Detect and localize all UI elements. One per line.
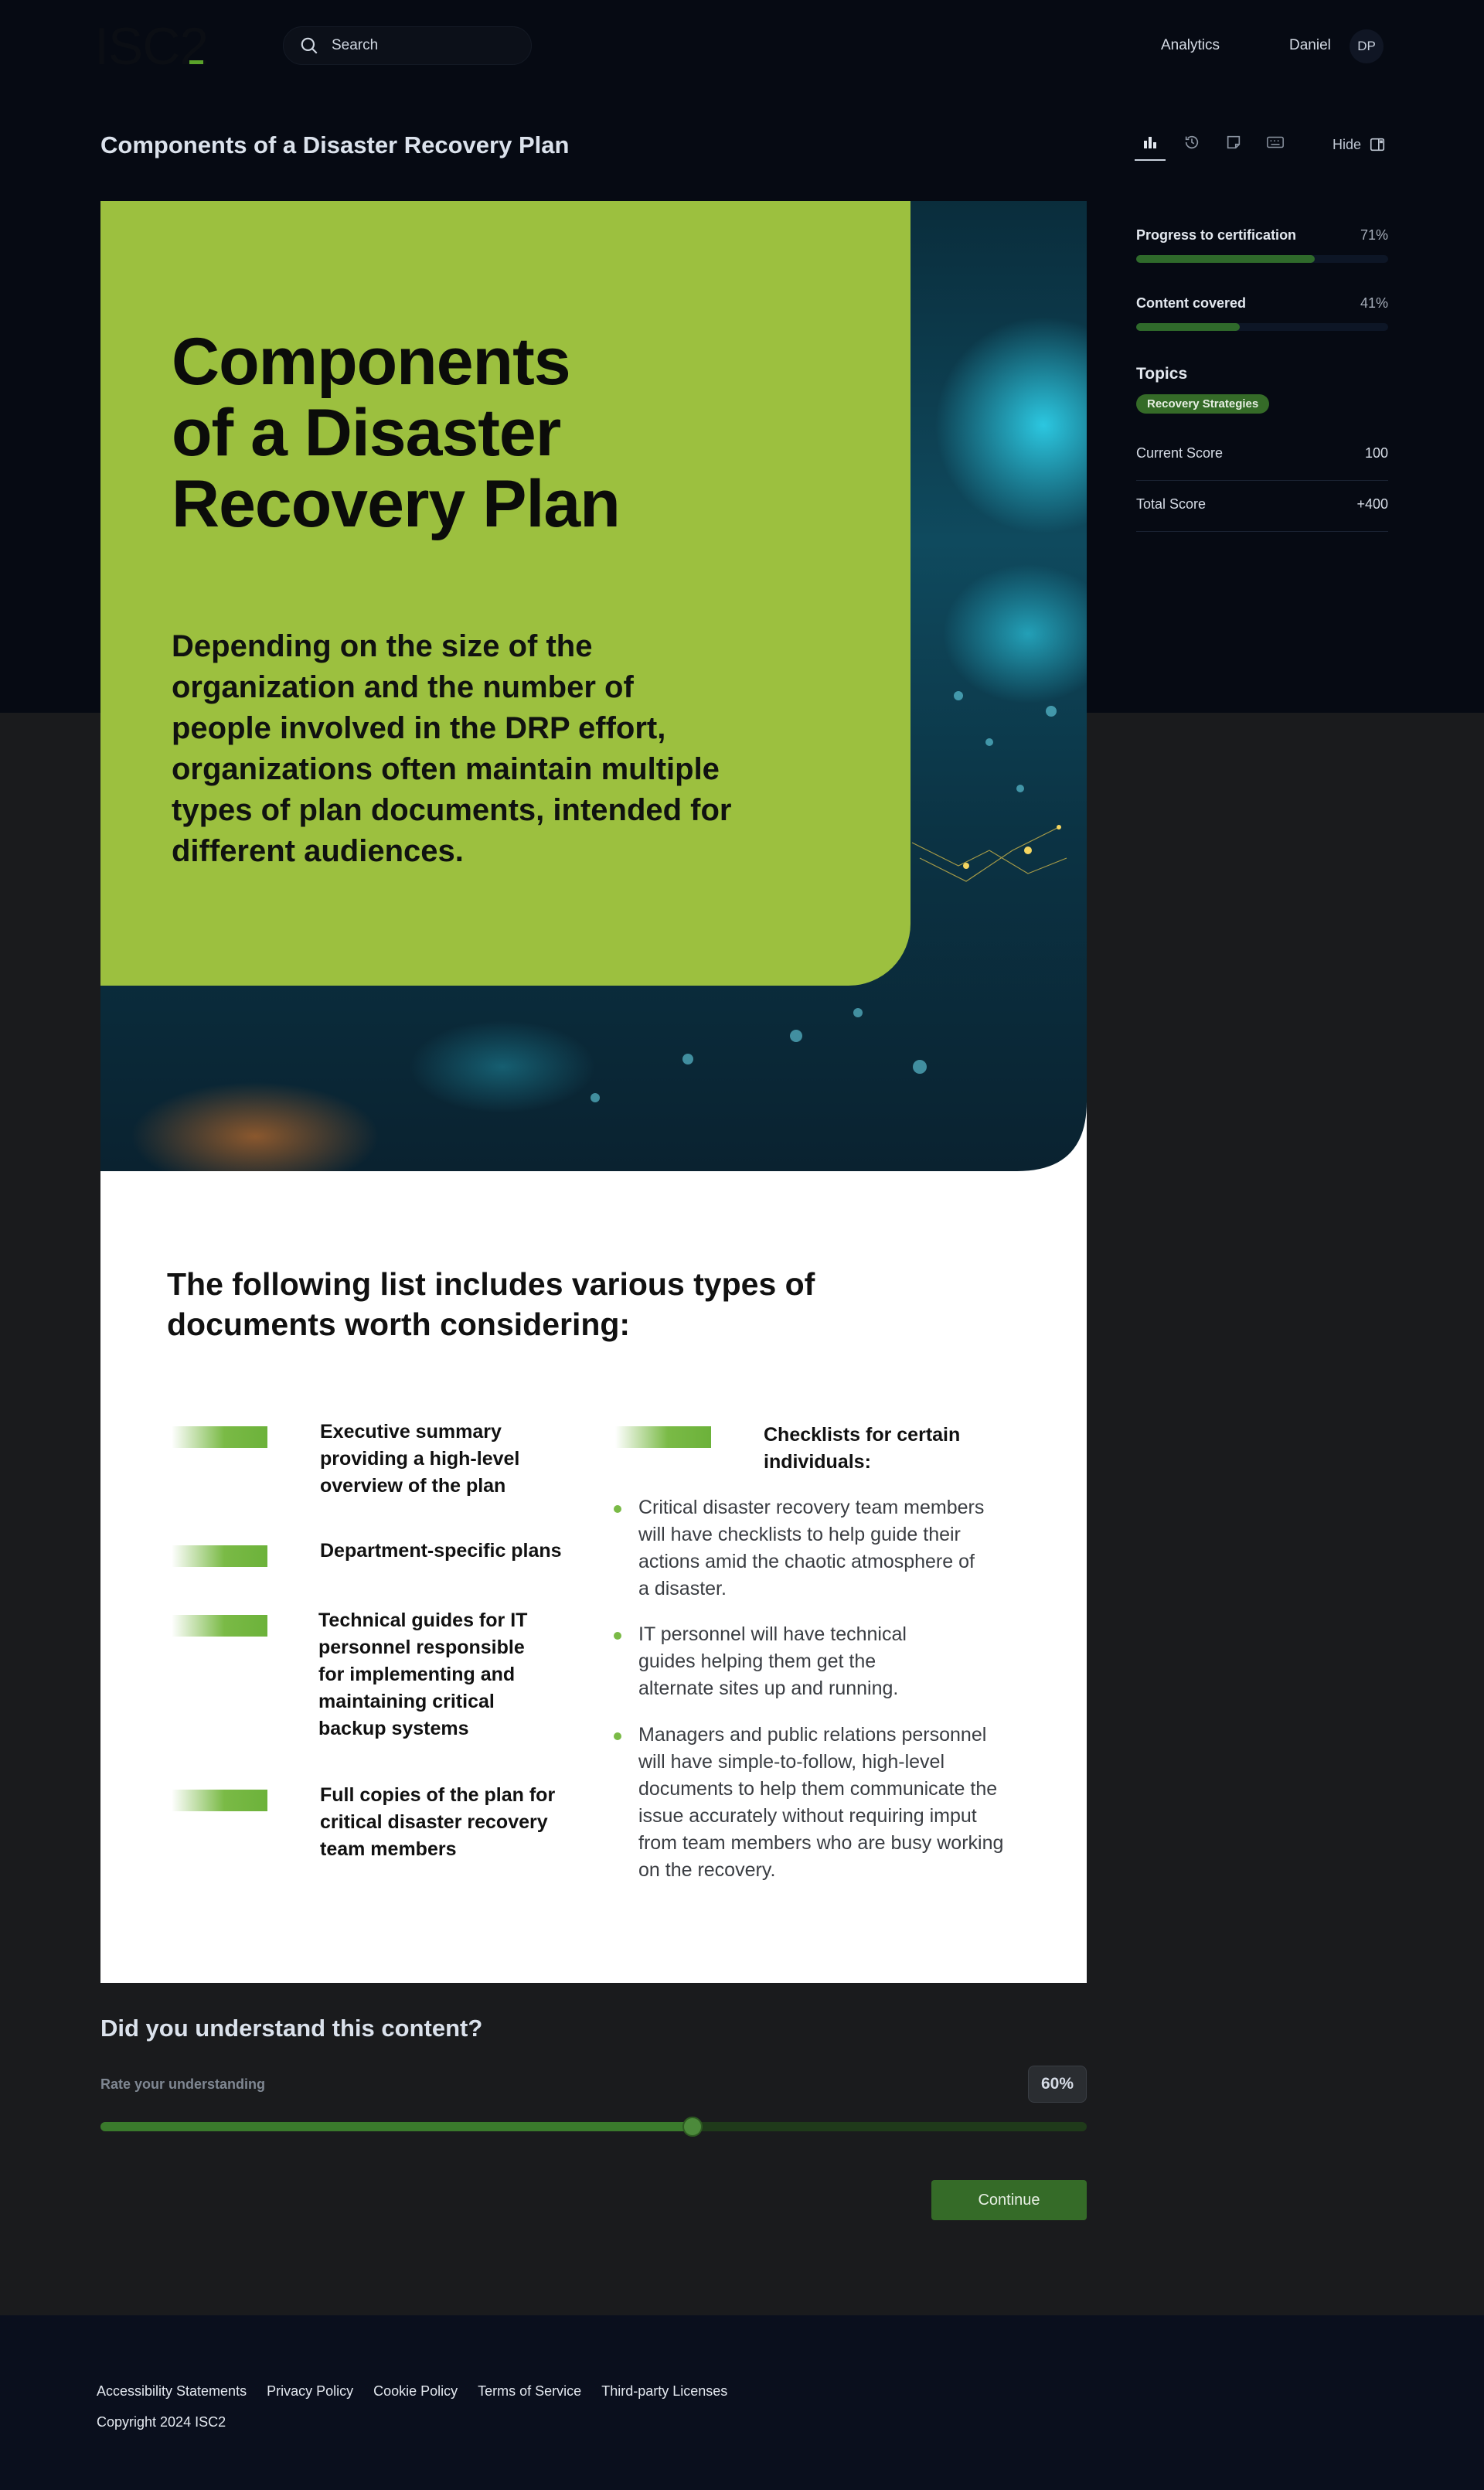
content-covered-value: 41% [1360,295,1388,311]
analytics-tab[interactable] [1135,131,1166,161]
bullet-dot [614,1632,621,1640]
content-covered-row: Content covered 41% [1136,295,1388,315]
top-header: ISC2 Search Analytics Daniel DP [0,0,1484,93]
doc-accent-bar [172,1426,267,1448]
bullet-dot [614,1505,621,1513]
total-score-label: Total Score [1136,496,1207,512]
keyboard-tab[interactable] [1264,131,1286,153]
checklists-title: Checklists for certain individuals: [764,1424,961,1473]
progress-bar [1136,255,1388,263]
progress-label: Progress to certification [1136,227,1297,243]
rate-label: Rate your understanding [100,2076,266,2092]
progress-value: 71% [1360,227,1388,243]
history-icon [1185,135,1199,149]
logo[interactable]: ISC2 [94,17,209,76]
understanding-slider[interactable] [100,2117,1087,2137]
understanding-title: Did you understand this content? [100,2015,483,2042]
total-score-row: Total Score +400 [1136,481,1388,532]
topics-label: Topics [1136,365,1188,383]
search-icon [301,37,318,54]
current-score-row: Current Score 100 [1136,430,1388,481]
doc-item: Full copies of the plan for critical dis… [320,1784,556,1860]
toolbar [1135,131,1286,161]
content-section: The following list includes various type… [100,1171,1087,1983]
understanding-value-field[interactable]: 60% [1028,2066,1087,2103]
footer-link[interactable]: Privacy Policy [267,2383,353,2400]
progress-sidebar: Progress to certification 71% Content co… [1136,227,1388,532]
footer-link[interactable]: Third-party Licenses [601,2383,727,2400]
doc-item: Executive summary providing a high-level… [320,1421,520,1497]
topic-chip[interactable]: Recovery Strategies [1136,394,1270,414]
hero-card: Components of a Disaster Recovery Plan D… [100,201,1087,1171]
doc-accent-bar [172,1790,267,1811]
logo-underline [189,60,203,64]
avatar[interactable]: DP [1350,29,1384,63]
doc-accent-bar [615,1426,711,1448]
progress-bar-fill [1136,255,1316,263]
copyright: Copyright 2024 ISC2 [97,2414,226,2430]
slider-fill [100,2122,693,2131]
history-tab[interactable] [1181,131,1203,153]
doc-accent-bar [172,1545,267,1567]
total-score-value: +400 [1356,496,1388,512]
current-score-label: Current Score [1136,445,1224,461]
hero-description: Depending on the size of the organizatio… [172,629,732,868]
footer-links: Accessibility Statements Privacy Policy … [97,2383,727,2400]
list-heading: The following list includes various type… [167,1266,815,1342]
footer: Accessibility Statements Privacy Policy … [0,2315,1484,2490]
content-covered-bar-fill [1136,323,1240,331]
hero-title-line: Components [172,325,571,399]
content-covered-label: Content covered [1136,295,1247,311]
page-title: Components of a Disaster Recovery Plan [100,131,570,158]
bullet-dot [614,1732,621,1740]
progress-row: Progress to certification 71% [1136,227,1388,247]
hero-title-line: of a Disaster [172,396,561,470]
bullet-item: Critical disaster recovery team members … [638,1497,985,1599]
bullet-item: IT personnel will have technical guides … [638,1623,907,1699]
bullet-item: Managers and public relations personnel … [638,1724,1004,1881]
doc-item: Department-specific plans [320,1540,562,1562]
hide-label: Hide [1333,136,1362,152]
footer-link[interactable]: Terms of Service [478,2383,581,2400]
notes-tab[interactable] [1223,131,1244,153]
nav-analytics-link[interactable]: Analytics [1161,37,1220,54]
doc-accent-bar [172,1615,267,1637]
doc-item: Technical guides for IT personnel respon… [318,1609,528,1739]
footer-link[interactable]: Accessibility Statements [97,2383,247,2400]
analytics-icon [1144,137,1156,148]
current-score-value: 100 [1364,445,1388,461]
notes-icon [1227,135,1241,149]
search-input[interactable]: Search [283,26,532,65]
continue-button[interactable]: Continue [931,2180,1087,2220]
hero-title-line: Recovery Plan [172,467,621,541]
hide-panel-icon [1370,138,1385,152]
search-placeholder: Search [332,37,379,53]
content-covered-bar [1136,323,1388,331]
keyboard-icon [1267,136,1284,148]
footer-link[interactable]: Cookie Policy [373,2383,458,2400]
user-name[interactable]: Daniel [1289,37,1331,54]
hero-title: Components of a Disaster Recovery Plan [172,326,713,540]
hide-panel-button[interactable]: Hide [1333,136,1386,153]
slider-handle[interactable] [682,2117,703,2137]
